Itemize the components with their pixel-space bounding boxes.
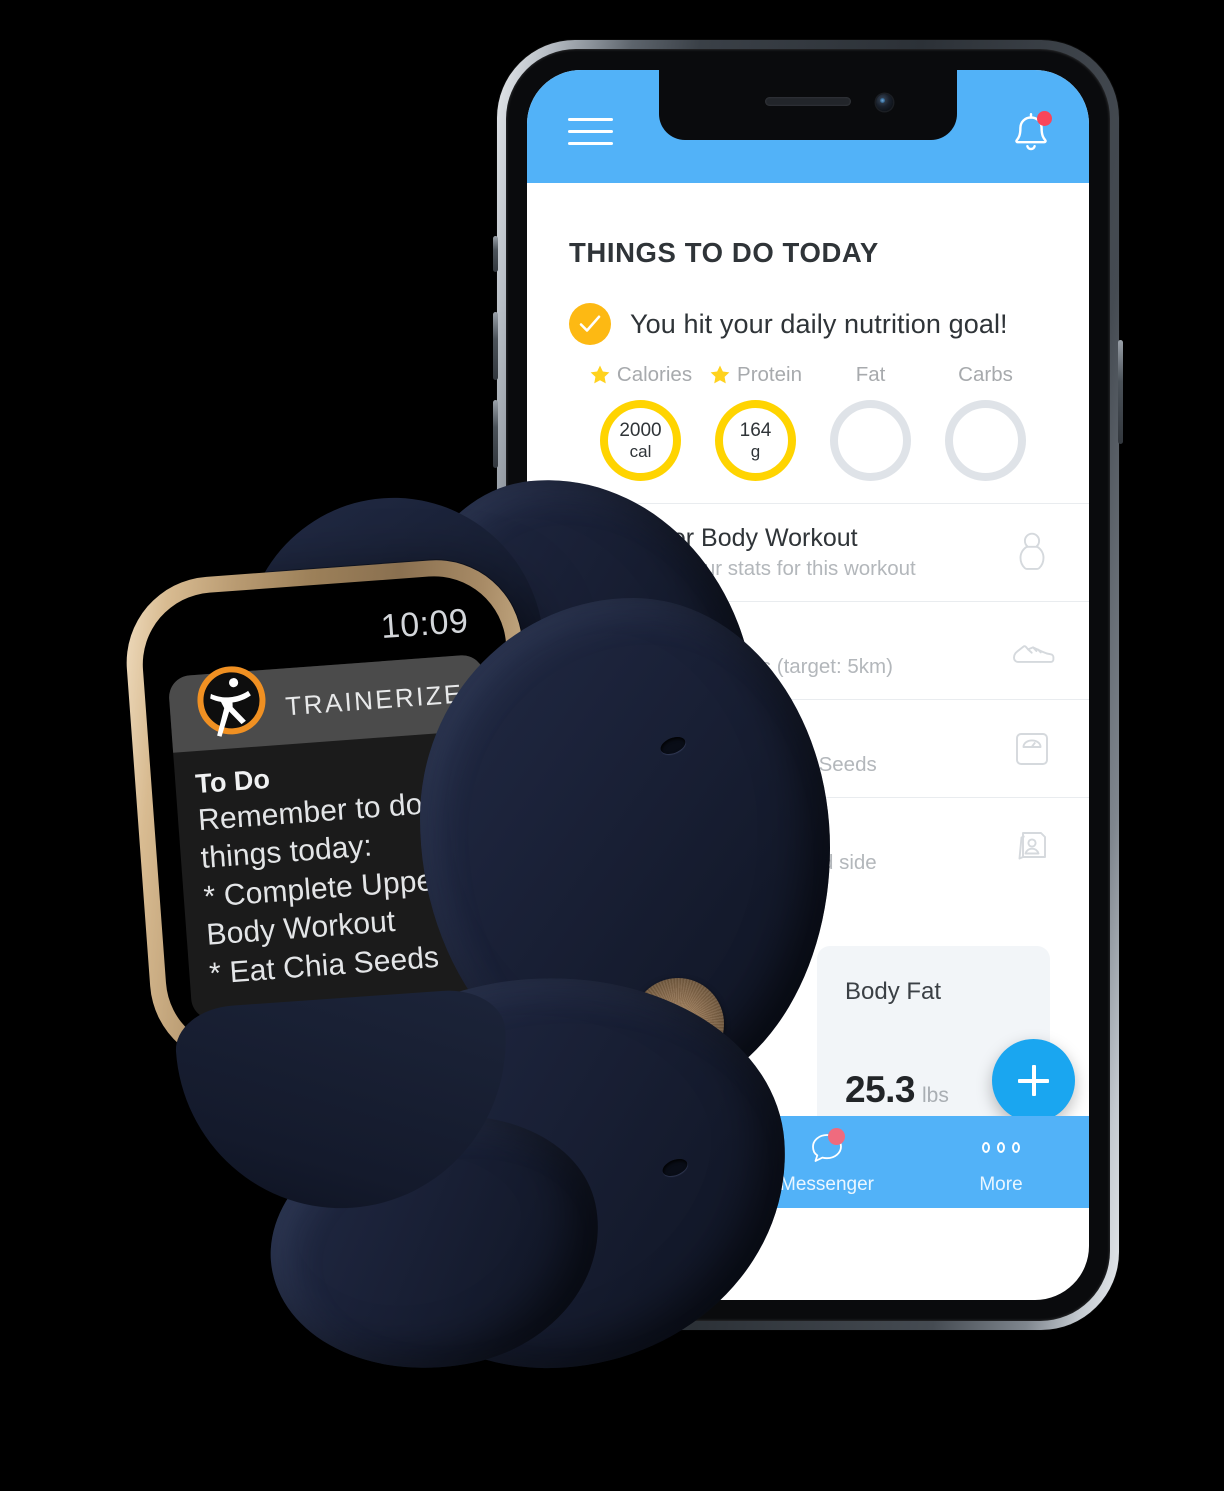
page-title: THINGS TO DO TODAY bbox=[569, 237, 879, 268]
phone-volume-up-button[interactable] bbox=[493, 312, 498, 380]
macro-label-row: Fat bbox=[856, 362, 886, 388]
macro-label-text: Fat bbox=[855, 363, 886, 386]
kettlebell-icon bbox=[1009, 530, 1055, 576]
add-button[interactable] bbox=[992, 1039, 1075, 1122]
running-shoe-icon bbox=[1009, 628, 1055, 674]
macro-ring-row: Calories 2000 cal Protein 164 g Fat Carb… bbox=[569, 362, 1055, 481]
macro-ring bbox=[945, 400, 1026, 481]
watch-clock: 10:09 bbox=[379, 601, 470, 647]
scale-icon bbox=[1009, 726, 1055, 772]
dot bbox=[997, 1142, 1005, 1153]
phone-volume-down-button[interactable] bbox=[493, 400, 498, 468]
bell-icon[interactable] bbox=[1009, 110, 1053, 156]
macro-ring bbox=[830, 400, 911, 481]
hamburger-bar bbox=[568, 130, 613, 133]
notification-badge bbox=[1037, 111, 1052, 126]
nutrition-status-row: You hit your daily nutrition goal! bbox=[569, 303, 1055, 345]
nutrition-status-text: You hit your daily nutrition goal! bbox=[630, 308, 1008, 339]
macro-unit: cal bbox=[629, 441, 652, 461]
macro-ring: 164 g bbox=[715, 400, 796, 481]
earpiece-speaker bbox=[765, 97, 851, 106]
tab-more[interactable]: More bbox=[947, 1129, 1055, 1196]
star-icon bbox=[709, 364, 731, 386]
macro-label-text: Carbs bbox=[958, 363, 1013, 386]
hamburger-bar bbox=[568, 118, 613, 121]
smartwatch-device: 10:09 TRAINERIZE To Do Remember to do 3 … bbox=[120, 460, 840, 1400]
dot bbox=[1012, 1142, 1020, 1153]
screenshot-stage: THINGS TO DO TODAY You hit your daily nu… bbox=[0, 0, 1224, 1491]
macro-label-text: Protein bbox=[737, 363, 802, 386]
macro-label-row: Carbs bbox=[958, 362, 1013, 388]
macro-fat[interactable]: Fat bbox=[813, 362, 928, 481]
macro-label-row: Protein bbox=[709, 362, 802, 388]
macro-value: 164 bbox=[739, 420, 772, 442]
macro-value: 2000 bbox=[619, 420, 662, 442]
body-fat-title: Body Fat bbox=[845, 978, 942, 1005]
dot bbox=[982, 1142, 990, 1153]
macro-label-row: Calories bbox=[589, 362, 692, 388]
macro-calories[interactable]: Calories 2000 cal bbox=[583, 362, 698, 481]
macro-ring: 2000 cal bbox=[600, 400, 681, 481]
photos-icon bbox=[1009, 824, 1055, 870]
watch-notification-app-name: TRAINERIZE bbox=[284, 677, 465, 721]
more-dots-icon bbox=[982, 1129, 1020, 1167]
phone-silent-switch[interactable] bbox=[493, 236, 498, 272]
macro-protein[interactable]: Protein 164 g bbox=[698, 362, 813, 481]
macro-carbs[interactable]: Carbs bbox=[928, 362, 1043, 481]
hamburger-bar bbox=[568, 142, 613, 145]
macro-unit: g bbox=[750, 441, 761, 461]
tab-label: More bbox=[979, 1173, 1023, 1195]
macro-label-text: Calories bbox=[616, 363, 693, 386]
star-icon bbox=[589, 364, 611, 386]
front-camera bbox=[876, 94, 893, 111]
trainerize-logo-icon bbox=[182, 653, 280, 751]
nutrition-summary: You hit your daily nutrition goal! Calor… bbox=[527, 303, 1089, 481]
hamburger-menu-icon[interactable] bbox=[568, 118, 613, 146]
check-circle-icon bbox=[569, 303, 611, 345]
phone-notch bbox=[659, 70, 957, 140]
phone-power-button[interactable] bbox=[1118, 340, 1123, 444]
more-dots-group bbox=[982, 1129, 1020, 1167]
